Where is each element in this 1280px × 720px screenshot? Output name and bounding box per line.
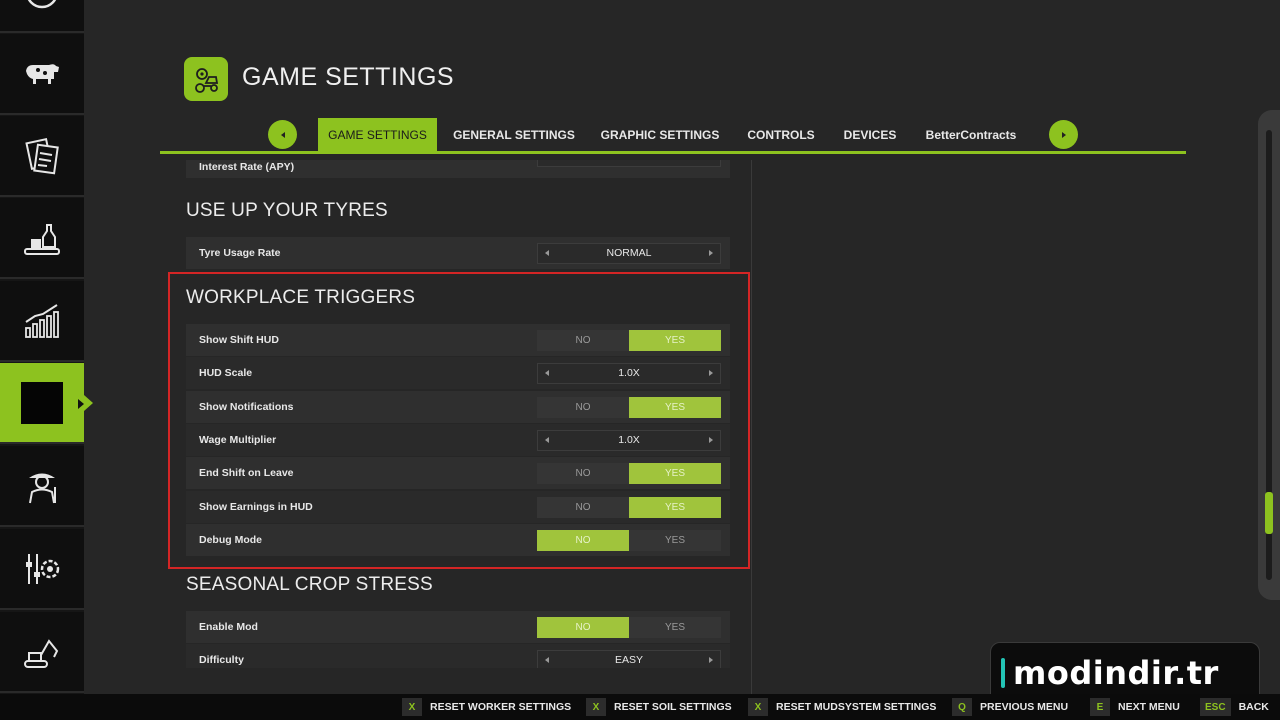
difficulty-stepper[interactable]: EASY <box>537 649 721 668</box>
setting-row-interest-rate: Interest Rate (APY) 0% <box>186 160 730 178</box>
section-title-seasonal: SEASONAL CROP STRESS <box>186 574 433 595</box>
section-title-tyres: USE UP YOUR TYRES <box>186 200 388 221</box>
production-icon <box>24 223 60 255</box>
key-badge: X <box>586 698 606 716</box>
farmer-icon <box>29 473 56 503</box>
arrow-right-icon[interactable] <box>709 656 713 663</box>
statistics-icon <box>25 303 59 338</box>
tyre-usage-rate-stepper[interactable]: NORMAL <box>537 242 721 264</box>
scrollbar-thumb[interactable] <box>1265 492 1273 534</box>
sidebar-item-top[interactable] <box>0 0 84 33</box>
tab-game-settings[interactable]: GAME SETTINGS <box>318 118 437 152</box>
arrow-left-icon[interactable] <box>545 656 549 663</box>
tab-better-contracts[interactable]: BetterContracts <box>920 118 1022 152</box>
sidebar-item-controls[interactable] <box>0 529 84 610</box>
toggle-yes[interactable]: YES <box>629 616 721 638</box>
hint-label: NEXT MENU <box>1118 701 1180 713</box>
watermark-text: modindir.tr <box>1013 654 1219 692</box>
hint-reset-mudsystem[interactable]: X RESET MUDSYSTEM SETTINGS <box>748 698 936 716</box>
hint-label: RESET SOIL SETTINGS <box>614 701 732 713</box>
arrow-right-icon <box>1061 131 1066 138</box>
enable-mod-toggle[interactable]: NO YES <box>537 616 721 638</box>
setting-label: Difficulty <box>199 654 244 666</box>
sidebar-item-construction[interactable] <box>0 612 84 693</box>
sidebar-item-statistics[interactable] <box>0 281 84 362</box>
key-badge: X <box>402 698 422 716</box>
app-logo <box>184 57 228 101</box>
tab-controls[interactable]: CONTROLS <box>740 118 822 152</box>
watermark-bar <box>1001 658 1005 688</box>
settings-active-icon <box>21 381 63 424</box>
hint-label: BACK <box>1238 701 1269 713</box>
arrow-left-icon <box>280 131 285 138</box>
setting-row-enable-mod: Enable Mod NO YES <box>186 611 730 643</box>
key-badge: E <box>1090 698 1110 716</box>
sidebar-item-settings[interactable] <box>0 363 93 444</box>
setting-label: Tyre Usage Rate <box>199 247 281 259</box>
arrow-left-icon[interactable] <box>545 249 549 256</box>
tab-devices[interactable]: DEVICES <box>836 118 904 152</box>
animals-icon <box>26 63 59 84</box>
setting-label: Enable Mod <box>199 621 258 633</box>
sidebar-item-farmer[interactable] <box>0 446 84 527</box>
sidebar <box>0 0 93 694</box>
active-arrow-icon <box>78 399 84 409</box>
hint-back[interactable]: ESC BACK <box>1200 698 1269 716</box>
arrow-right-icon[interactable] <box>709 249 713 256</box>
controls-icon <box>26 553 60 584</box>
tab-next-button[interactable] <box>1049 120 1078 149</box>
key-badge: ESC <box>1200 698 1231 716</box>
key-badge: Q <box>952 698 972 716</box>
stepper-value: NORMAL <box>606 247 652 259</box>
hint-label: PREVIOUS MENU <box>980 701 1069 713</box>
hint-previous-menu[interactable]: Q PREVIOUS MENU <box>952 698 1068 716</box>
setting-label: Interest Rate (APY) <box>199 161 295 173</box>
sidebar-item-animals[interactable] <box>0 34 84 115</box>
hint-reset-soil[interactable]: X RESET SOIL SETTINGS <box>586 698 732 716</box>
content-divider <box>751 160 752 694</box>
tractor-settings-icon <box>195 68 219 93</box>
stepper-value: EASY <box>614 654 643 666</box>
hint-next-menu[interactable]: E NEXT MENU <box>1090 698 1180 716</box>
setting-row-difficulty: Difficulty EASY <box>186 644 730 668</box>
construction-icon <box>24 638 59 668</box>
interest-rate-stepper[interactable]: 0% <box>537 160 721 167</box>
toggle-no[interactable]: NO <box>537 616 629 638</box>
page-title: GAME SETTINGS <box>242 63 455 91</box>
hint-reset-worker[interactable]: X RESET WORKER SETTINGS <box>402 698 571 716</box>
tab-graphic-settings[interactable]: GRAPHIC SETTINGS <box>594 118 726 152</box>
sidebar-item-contracts[interactable] <box>0 116 84 197</box>
gauge-icon <box>28 0 56 8</box>
setting-row-tyre-usage-rate: Tyre Usage Rate NORMAL <box>186 237 730 269</box>
tab-prev-button[interactable] <box>268 120 297 149</box>
hint-label: RESET WORKER SETTINGS <box>430 701 572 713</box>
stepper-value: 0% <box>621 160 636 163</box>
contracts-icon <box>25 137 59 174</box>
tab-underline <box>160 151 1186 154</box>
hint-label: RESET MUDSYSTEM SETTINGS <box>776 701 937 713</box>
highlight-box <box>168 272 750 569</box>
tab-general-settings[interactable]: GENERAL SETTINGS <box>448 118 580 152</box>
key-badge: X <box>748 698 768 716</box>
sidebar-item-production[interactable] <box>0 198 84 279</box>
